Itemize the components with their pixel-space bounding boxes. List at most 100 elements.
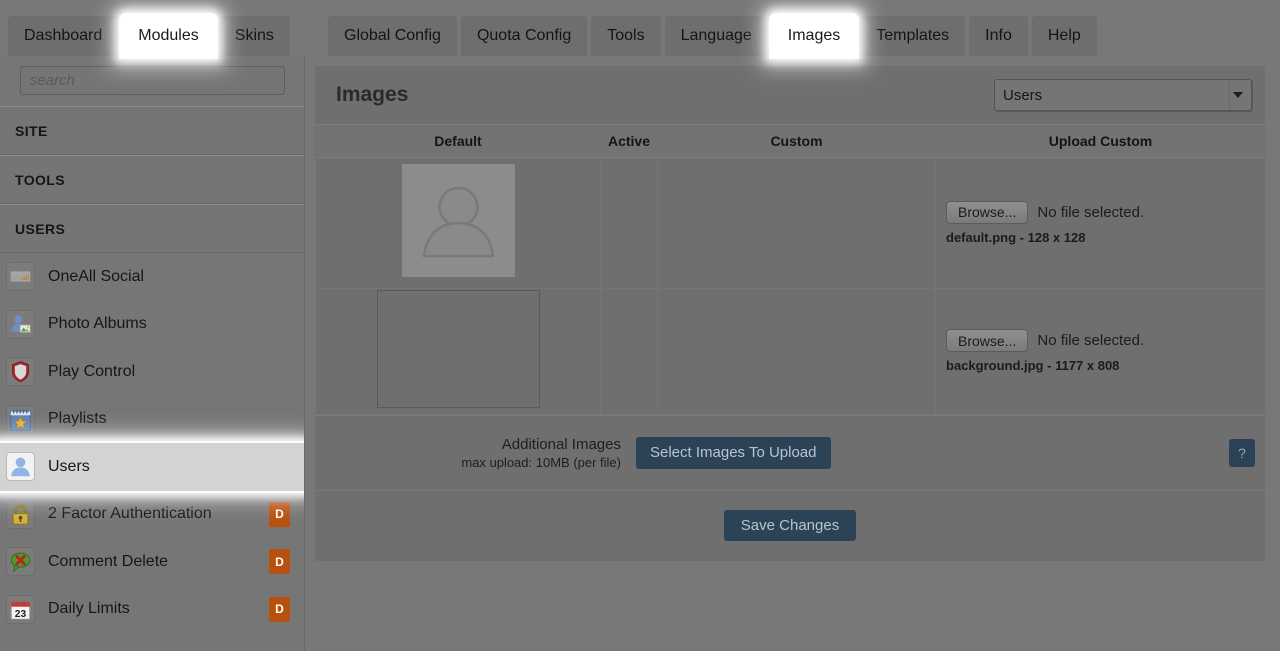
- sidebar-item-comment-delete[interactable]: Comment Delete D: [0, 538, 304, 586]
- file-upload-row: Browse... No file selected.: [946, 329, 1264, 352]
- help-button[interactable]: ?: [1229, 438, 1255, 467]
- sidebar-group-site-label: SITE: [15, 122, 48, 139]
- tab-tools-label: Tools: [607, 27, 645, 44]
- lock-icon: [6, 499, 35, 529]
- tab-quota-config[interactable]: Quota Config: [460, 16, 588, 56]
- file-meta: default.png - 128 x 128: [946, 230, 1264, 245]
- file-separator: -: [1043, 358, 1056, 373]
- tab-help-label: Help: [1047, 27, 1081, 44]
- column-header-custom: Custom: [657, 125, 936, 158]
- sidebar-item-label: Comment Delete: [48, 552, 169, 570]
- search-input[interactable]: [20, 66, 285, 95]
- table-row: Browse... No file selected. background.j…: [315, 287, 1266, 415]
- main-panel: Images Users Default Active Custom Uploa…: [315, 66, 1266, 561]
- tab-global-config[interactable]: Global Config: [328, 16, 457, 56]
- tab-help[interactable]: Help: [1031, 16, 1097, 56]
- sidebar-group-users: USERS: [0, 204, 304, 253]
- scope-select[interactable]: Users: [994, 79, 1252, 111]
- sidebar-item-playlists[interactable]: Playlists: [0, 396, 304, 444]
- tab-images[interactable]: Images: [771, 16, 857, 56]
- background-gradient-thumb: [376, 289, 540, 408]
- sidebar-item-label: Playlists: [48, 410, 107, 428]
- file-name: default.png: [946, 229, 1017, 245]
- sidebar-group-users-label: USERS: [15, 220, 66, 237]
- cell-upload-custom: Browse... No file selected. default.png …: [935, 156, 1266, 289]
- tab-dashboard-label: Dashboard: [24, 27, 103, 44]
- column-header-default: Default: [315, 125, 601, 158]
- sidebar-item-label: Users: [48, 457, 90, 475]
- additional-images-title: Additional Images: [501, 435, 621, 453]
- tab-images-label: Images: [787, 27, 841, 44]
- svg-text:all: all: [22, 275, 29, 282]
- browse-button[interactable]: Browse...: [946, 329, 1029, 352]
- sidebar: SITE TOOLS USERS oneall OneAll Social: [0, 56, 305, 651]
- cell-active: [600, 287, 658, 415]
- calendar-icon: 23: [6, 594, 35, 624]
- tab-tools[interactable]: Tools: [591, 16, 661, 56]
- tab-dashboard[interactable]: Dashboard: [8, 16, 119, 56]
- cell-default-thumbnail: [315, 156, 601, 289]
- sidebar-item-label: Play Control: [48, 362, 136, 380]
- file-meta: background.jpg - 1177 x 808: [946, 358, 1264, 373]
- column-header-active: Active: [600, 125, 658, 158]
- main-header: Images Users: [315, 66, 1265, 125]
- tab-info[interactable]: Info: [969, 16, 1028, 56]
- scope-select-value: Users: [1003, 86, 1043, 104]
- sidebar-item-2-factor-authentication[interactable]: 2 Factor Authentication D: [0, 491, 304, 539]
- file-upload-row: Browse... No file selected.: [946, 200, 1264, 224]
- status-badge: D: [269, 596, 290, 622]
- cell-custom: [657, 156, 936, 289]
- sidebar-item-daily-limits[interactable]: 23 Daily Limits D: [0, 586, 304, 634]
- tab-modules[interactable]: Modules: [122, 16, 215, 56]
- file-dimensions: 128 x 128: [1027, 229, 1086, 245]
- tab-skins[interactable]: Skins: [218, 16, 290, 56]
- photo-albums-icon: [6, 309, 35, 339]
- sidebar-item-oneall-social[interactable]: one all OneAll Social: [0, 253, 304, 301]
- chevron-down-icon: [1229, 81, 1243, 109]
- cell-default-thumbnail: [315, 287, 601, 415]
- oneall-icon: one all: [6, 262, 35, 292]
- status-badge: D: [269, 501, 290, 527]
- app-root: Dashboard Modules Skins Global Config Qu…: [0, 0, 1280, 651]
- svg-text:23: 23: [15, 609, 27, 620]
- page-title: Images: [336, 83, 409, 106]
- tab-global-config-label: Global Config: [344, 27, 441, 44]
- no-file-selected-text: No file selected.: [1037, 332, 1145, 349]
- sidebar-item-label: 2 Factor Authentication: [48, 505, 212, 523]
- save-changes-button[interactable]: Save Changes: [723, 510, 857, 541]
- images-table: Default Active Custom Upload Custom Brow…: [315, 125, 1266, 415]
- select-images-to-upload-button[interactable]: Select Images To Upload: [636, 436, 831, 469]
- file-dimensions: 1177 x 808: [1055, 358, 1120, 373]
- default-avatar-thumb: [401, 163, 515, 277]
- sidebar-item-users[interactable]: Users: [0, 443, 304, 491]
- primary-tabbar: Dashboard Modules Skins: [8, 14, 290, 56]
- cell-active: [600, 156, 658, 289]
- tab-quota-config-label: Quota Config: [476, 27, 572, 44]
- sidebar-group-site: SITE: [0, 106, 304, 155]
- sidebar-item-label: Photo Albums: [48, 315, 147, 333]
- tab-templates[interactable]: Templates: [860, 16, 966, 56]
- browse-button[interactable]: Browse...: [946, 200, 1029, 224]
- sidebar-group-tools-label: TOOLS: [15, 171, 65, 188]
- additional-images-text: Additional Images max upload: 10MB (per …: [370, 436, 636, 470]
- sidebar-item-play-control[interactable]: Play Control: [0, 348, 304, 396]
- user-icon: [6, 452, 35, 482]
- tab-templates-label: Templates: [876, 27, 950, 44]
- tab-modules-label: Modules: [138, 27, 199, 44]
- table-row: Browse... No file selected. default.png …: [315, 156, 1266, 289]
- images-table-head: Default Active Custom Upload Custom: [315, 125, 1266, 158]
- images-table-body: Browse... No file selected. default.png …: [315, 156, 1266, 415]
- status-badge: D: [269, 549, 290, 575]
- cell-custom: [657, 287, 936, 415]
- tab-language-label: Language: [680, 27, 752, 44]
- column-header-upload-custom: Upload Custom: [935, 125, 1266, 158]
- sidebar-item-photo-albums[interactable]: Photo Albums: [0, 301, 304, 349]
- tab-language[interactable]: Language: [664, 16, 768, 56]
- sidebar-item-label: OneAll Social: [48, 267, 145, 285]
- sidebar-group-tools: TOOLS: [0, 155, 304, 204]
- search-container: [0, 56, 304, 106]
- save-bar: Save Changes: [315, 490, 1265, 561]
- tab-skins-label: Skins: [234, 27, 274, 44]
- max-upload-text: max upload: 10MB (per file): [461, 454, 621, 470]
- sidebar-item-label: Daily Limits: [48, 600, 130, 618]
